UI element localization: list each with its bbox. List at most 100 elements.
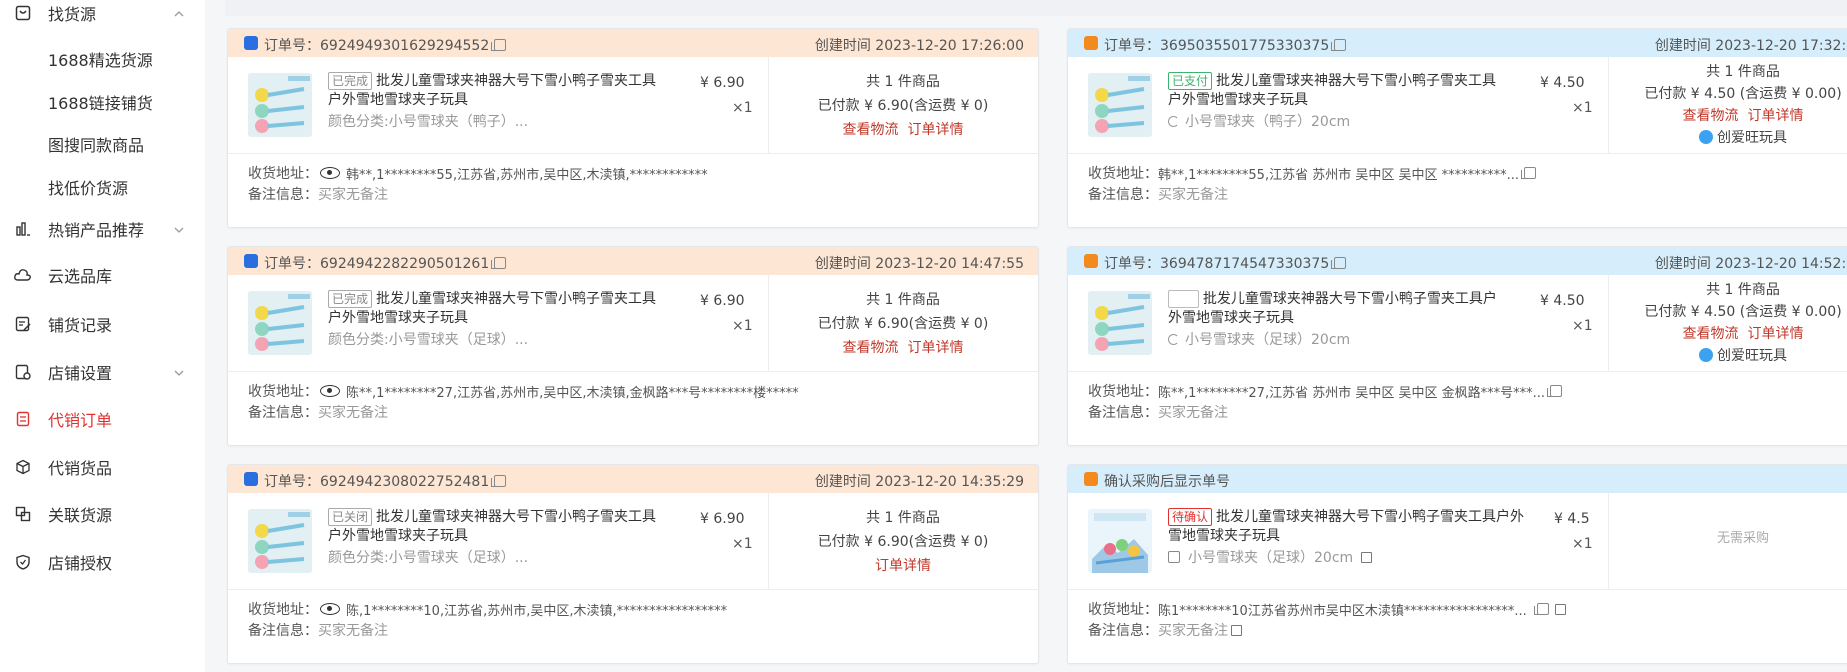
copy-icon[interactable] (1521, 167, 1537, 179)
bar-chart-icon (14, 220, 32, 238)
product-quantity: ×1 (1572, 536, 1593, 552)
order-detail-link[interactable]: 订单详情 (907, 340, 963, 356)
order-detail-link[interactable]: 订单详情 (1747, 326, 1803, 342)
order-number-placeholder: 确认采购后显示单号 (1104, 474, 1230, 490)
copy-icon[interactable] (491, 39, 507, 51)
edit-icon[interactable] (1361, 552, 1373, 563)
nav-hot-products[interactable]: 热销产品推荐 (0, 218, 205, 240)
order-card-header: 订单号：6924942282290501261 创建时间 2023-12-20 … (228, 247, 1038, 275)
product-spec: 颜色分类:小号雪球夹（足球）... (328, 550, 529, 566)
order-card-header: 确认采购后显示单号 (1068, 465, 1847, 493)
edit-icon[interactable] (1554, 603, 1566, 615)
sidebar: 找货源 1688精选货源 1688链接铺货 图搜同款商品 找低价货源 热销产品推… (0, 0, 205, 672)
cart-box-icon (14, 4, 32, 22)
nav-shop-settings[interactable]: 店铺设置 (0, 361, 205, 383)
order-detail-link[interactable]: 订单详情 (1747, 108, 1803, 124)
nav-cloud-library[interactable]: 云选品库 (0, 264, 205, 286)
note-row: 备注信息： 买家无备注 (248, 402, 388, 422)
order-detail-link[interactable]: 订单详情 (907, 122, 963, 138)
nav-sub-1688-link[interactable]: 1688链接铺货 (48, 90, 153, 114)
product-title[interactable]: 已支付 批发儿童雪球夹神器大号下雪小鸭子雪夹工具户外雪地雪球夹子玩具 (1168, 72, 1498, 110)
view-logistics-link[interactable]: 查看物流 (843, 122, 899, 138)
copy-icon[interactable] (1533, 603, 1549, 615)
order-card-header: 订单号：6924942308022752481 创建时间 2023-12-20 … (228, 465, 1038, 493)
order-card: 确认采购后显示单号 待确认 批发儿童雪球夹神器大号下雪小鸭子雪夹工具户外雪地雪球夹… (1067, 464, 1847, 664)
nav-consign-orders[interactable]: 代销订单 (0, 408, 205, 430)
chevron-down-icon[interactable] (172, 222, 186, 236)
nav-consign-goods[interactable]: 代销货品 (0, 456, 205, 478)
product-thumbnail[interactable] (248, 73, 312, 137)
checkbox-icon[interactable] (1168, 551, 1180, 563)
nav-sub-low-price[interactable]: 找低价货源 (48, 175, 128, 199)
nav-label: 店铺授权 (48, 554, 113, 573)
note-row: 备注信息： 买家无备注 (1088, 402, 1228, 422)
product-title[interactable]: 待确认 批发儿童雪球夹神器大号下雪小鸭子雪夹工具户外雪地雪球夹子玩具 (1168, 508, 1524, 546)
shipping-address: 陈,1********10,江苏省,苏州市,吴中区,木渎镇,**********… (346, 603, 728, 619)
product-thumbnail[interactable] (1088, 509, 1152, 573)
divider (1068, 153, 1847, 154)
product-quantity: ×1 (732, 100, 753, 116)
copy-icon[interactable] (1331, 39, 1347, 51)
chevron-up-icon[interactable] (172, 6, 186, 20)
shop-name[interactable]: 创爱旺玩具 (1608, 345, 1847, 365)
product-spec: 颜色分类:小号雪球夹（足球）... (328, 332, 529, 348)
product-thumbnail[interactable] (248, 291, 312, 355)
shipping-address: 陈**,1********27,江苏省 苏州市 吴中区 吴中区 金枫路***号*… (1158, 385, 1546, 401)
nav-sub-image-search[interactable]: 图搜同款商品 (48, 132, 144, 156)
view-logistics-link[interactable]: 查看物流 (843, 340, 899, 356)
order-card: 订单号：6924942282290501261 创建时间 2023-12-20 … (227, 246, 1039, 446)
nav-listing-records[interactable]: 铺货记录 (0, 313, 205, 335)
taobao-logo-icon (1084, 472, 1098, 486)
status-badge: 已完成 (328, 290, 373, 308)
main-content: 订单号：6924949301629294552 创建时间 2023-12-20 … (205, 0, 1847, 672)
link-squares-icon (14, 505, 32, 523)
nav-label: 铺货记录 (48, 316, 113, 335)
order-created-time: 创建时间 2023-12-20 14:52:20 (1654, 256, 1847, 272)
eye-icon[interactable] (320, 603, 340, 615)
shipping-address: 韩**,1********55,江苏省 苏州市 吴中区 吴中区 ********… (1158, 167, 1520, 183)
order-actions: 订单详情 (768, 555, 1038, 575)
nav-shop-auth[interactable]: 店铺授权 (0, 551, 205, 573)
taobao-logo-icon (1084, 36, 1098, 50)
order-created-time: 创建时间 2023-12-20 17:32:10 (1654, 38, 1847, 54)
order-card: 订单号：6924942308022752481 创建时间 2023-12-20 … (227, 464, 1039, 664)
product-title[interactable]: 批发儿童雪球夹神器大号下雪小鸭子雪夹工具户外雪地雪球夹子玩具 (1168, 290, 1498, 328)
order-card: 订单号：3694787174547330375 创建时间 2023-12-20 … (1067, 246, 1847, 446)
status-badge: 已支付 (1168, 72, 1213, 90)
product-title[interactable]: 已完成 批发儿童雪球夹神器大号下雪小鸭子雪夹工具户外雪地雪球夹子玩具 (328, 72, 658, 110)
product-title[interactable]: 已完成 批发儿童雪球夹神器大号下雪小鸭子雪夹工具户外雪地雪球夹子玩具 (328, 290, 658, 328)
product-thumbnail[interactable] (1088, 291, 1152, 355)
order-detail-link[interactable]: 订单详情 (875, 558, 931, 574)
product-title[interactable]: 已关闭 批发儿童雪球夹神器大号下雪小鸭子雪夹工具户外雪地雪球夹子玩具 (328, 508, 658, 546)
product-quantity: ×1 (1572, 318, 1593, 334)
status-badge: 已完成 (328, 72, 373, 90)
product-price: ¥ 4.50 (1540, 75, 1585, 91)
copy-icon[interactable] (1331, 257, 1347, 269)
status-badge (1168, 290, 1199, 308)
order-actions: 查看物流 订单详情 (1608, 105, 1847, 125)
product-quantity: ×1 (732, 318, 753, 334)
view-logistics-link[interactable]: 查看物流 (1683, 326, 1739, 342)
eye-icon[interactable] (320, 385, 340, 397)
product-thumbnail[interactable] (248, 509, 312, 573)
shipping-address: 韩**,1********55,江苏省,苏州市,吴中区,木渎镇,********… (346, 167, 708, 183)
product-thumbnail[interactable] (1088, 73, 1152, 137)
nav-sub-1688-selected[interactable]: 1688精选货源 (48, 47, 153, 71)
chevron-down-icon[interactable] (172, 365, 186, 379)
nav-find-source[interactable]: 找货源 (0, 2, 205, 24)
copy-icon[interactable] (491, 475, 507, 487)
shipping-address-row: 收货地址： 陈**,1********27,江苏省 苏州市 吴中区 吴中区 金枫路… (1088, 381, 1563, 401)
nav-label: 找货源 (48, 5, 97, 24)
nav-linked-sources[interactable]: 关联货源 (0, 503, 205, 525)
paid-amount: 已付款 ¥ 4.50 (含运费 ¥ 0.00) (1644, 86, 1842, 102)
order-number: 订单号：6924942282290501261 (264, 253, 507, 273)
edit-icon[interactable] (1231, 624, 1242, 636)
paid-amount: 已付款 ¥ 6.90(含运费 ¥ 0) (817, 316, 989, 332)
copy-icon[interactable] (1547, 385, 1563, 397)
product-spec: 小号雪球夹（足球）20cm (1168, 329, 1350, 349)
nav-label: 热销产品推荐 (48, 221, 145, 240)
view-logistics-link[interactable]: 查看物流 (1683, 108, 1739, 124)
copy-icon[interactable] (491, 257, 507, 269)
eye-icon[interactable] (320, 167, 340, 179)
shop-name[interactable]: 创爱旺玩具 (1608, 127, 1847, 147)
